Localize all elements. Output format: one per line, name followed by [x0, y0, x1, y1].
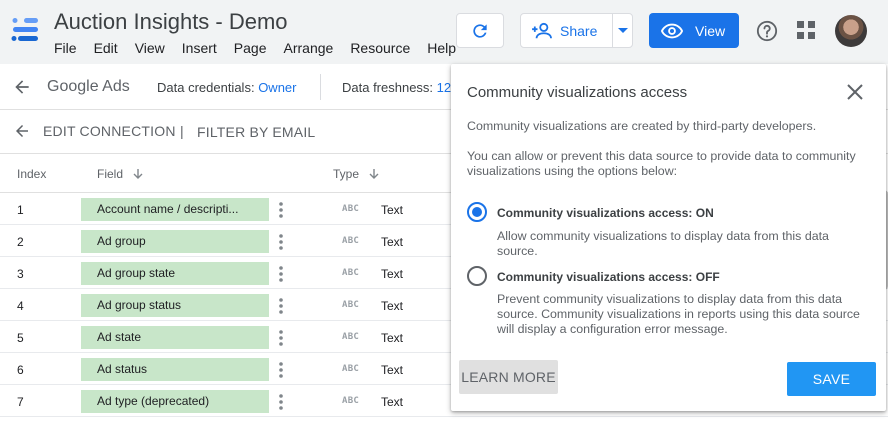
data-freshness-label: Data freshness: — [342, 80, 434, 95]
share-label: Share — [560, 22, 598, 39]
share-button-group: Share — [520, 13, 633, 48]
share-options-dropdown[interactable] — [613, 27, 632, 34]
action-separator: | — [180, 123, 184, 139]
text-type-icon: ABC — [342, 332, 360, 342]
more-vert-icon[interactable] — [276, 265, 286, 283]
field-chip[interactable]: Ad status — [81, 358, 269, 381]
access-on-description: Allow community visualizations to displa… — [497, 229, 829, 258]
more-vert-icon[interactable] — [276, 361, 286, 379]
row-index: 4 — [17, 299, 24, 313]
help-icon[interactable] — [756, 20, 778, 42]
row-index: 3 — [17, 267, 24, 281]
field-chip[interactable]: Ad group state — [81, 262, 269, 285]
row-index: 2 — [17, 235, 24, 249]
data-credentials: Data credentials: Owner — [157, 80, 296, 95]
data-credentials-value[interactable]: Owner — [258, 80, 296, 95]
data-freshness-value[interactable]: 12 — [437, 80, 451, 95]
dialog-instructions: You can allow or prevent this data sourc… — [467, 149, 856, 178]
row-index: 7 — [17, 395, 24, 409]
menu-arrange[interactable]: Arrange — [284, 40, 334, 56]
more-vert-icon[interactable] — [276, 329, 286, 347]
apps-grid-icon[interactable] — [796, 20, 816, 40]
access-off-description: Prevent community visualizations to disp… — [497, 292, 860, 336]
menu-file[interactable]: File — [54, 40, 77, 56]
data-source-name[interactable]: Google Ads — [47, 78, 130, 96]
community-visualizations-dialog: Community visualizations access Communit… — [451, 64, 886, 411]
menu-bar: File Edit View Insert Page Arrange Resou… — [54, 40, 473, 56]
edit-connection-label: EDIT CONNECTION — [43, 123, 176, 139]
field-chip[interactable]: Account name / descripti... — [81, 198, 269, 221]
back-arrow-icon[interactable] — [12, 77, 32, 97]
app-root: Auction Insights - Demo File Edit View I… — [0, 0, 888, 429]
access-off-radio[interactable] — [467, 266, 487, 286]
menu-page[interactable]: Page — [234, 40, 267, 56]
more-vert-icon[interactable] — [276, 297, 286, 315]
row-index: 6 — [17, 363, 24, 377]
row-index: 1 — [17, 203, 24, 217]
top-app-bar: Auction Insights - Demo File Edit View I… — [0, 0, 888, 64]
back-arrow-icon — [16, 125, 28, 137]
access-on-title[interactable]: Community visualizations access: ON — [497, 206, 714, 220]
field-type[interactable]: Text — [381, 235, 403, 249]
filter-by-email-button[interactable]: FILTER BY EMAIL — [197, 124, 315, 140]
share-button[interactable]: Share — [521, 14, 613, 47]
text-type-icon: ABC — [342, 204, 360, 214]
field-type[interactable]: Text — [381, 363, 403, 377]
dialog-intro: Community visualizations are created by … — [467, 119, 817, 133]
menu-resource[interactable]: Resource — [350, 40, 410, 56]
field-type[interactable]: Text — [381, 299, 403, 313]
sort-down-arrow-icon — [133, 169, 143, 179]
text-type-icon: ABC — [342, 300, 360, 310]
column-header-field[interactable]: Field — [97, 167, 144, 181]
column-header-index-label: Index — [17, 167, 47, 181]
sort-down-arrow-icon — [369, 169, 379, 179]
save-button[interactable]: SAVE — [787, 362, 876, 396]
view-label: View — [695, 22, 726, 39]
field-type[interactable]: Text — [381, 331, 403, 345]
more-vert-icon[interactable] — [276, 201, 286, 219]
field-type[interactable]: Text — [381, 395, 403, 409]
add-person-icon — [532, 22, 552, 38]
refresh-button[interactable] — [456, 13, 504, 48]
text-type-icon: ABC — [342, 364, 360, 374]
column-header-type[interactable]: Type — [333, 167, 380, 181]
access-off-title[interactable]: Community visualizations access: OFF — [497, 270, 720, 284]
menu-help[interactable]: Help — [427, 40, 456, 56]
looker-studio-logo-icon[interactable] — [10, 16, 40, 46]
field-chip[interactable]: Ad state — [81, 326, 269, 349]
column-header-type-label: Type — [333, 167, 360, 181]
menu-insert[interactable]: Insert — [182, 40, 217, 56]
text-type-icon: ABC — [342, 236, 360, 246]
data-credentials-label: Data credentials: — [157, 80, 255, 95]
report-title[interactable]: Auction Insights - Demo — [54, 9, 288, 35]
text-type-icon: ABC — [342, 396, 360, 406]
close-icon[interactable] — [845, 82, 865, 102]
refresh-icon — [473, 23, 487, 38]
row-index: 5 — [17, 331, 24, 345]
field-type[interactable]: Text — [381, 203, 403, 217]
divider — [320, 74, 321, 100]
eye-icon — [661, 23, 683, 38]
text-type-icon: ABC — [342, 268, 360, 278]
menu-view[interactable]: View — [135, 40, 165, 56]
caret-down-icon — [617, 27, 628, 33]
menu-edit[interactable]: Edit — [94, 40, 118, 56]
edit-connection-button[interactable]: EDIT CONNECTION — [13, 122, 176, 140]
field-type[interactable]: Text — [381, 267, 403, 281]
view-button[interactable]: View — [649, 13, 739, 48]
field-chip[interactable]: Ad group status — [81, 294, 269, 317]
column-header-field-label: Field — [97, 167, 124, 181]
more-vert-icon[interactable] — [276, 233, 286, 251]
account-avatar[interactable] — [835, 15, 867, 47]
field-chip[interactable]: Ad group — [81, 230, 269, 253]
access-on-radio[interactable] — [467, 202, 487, 222]
column-header-index[interactable]: Index — [17, 167, 46, 181]
field-chip[interactable]: Ad type (deprecated) — [81, 390, 269, 413]
more-vert-icon[interactable] — [276, 393, 286, 411]
dialog-title: Community visualizations access — [467, 84, 688, 101]
data-freshness: Data freshness: 12 — [342, 80, 451, 95]
learn-more-button[interactable]: LEARN MORE — [459, 360, 558, 394]
